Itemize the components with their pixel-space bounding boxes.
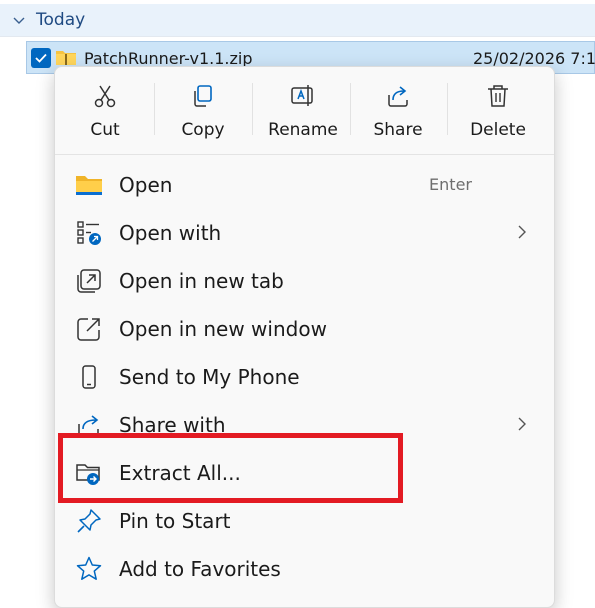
- cut-label: Cut: [90, 120, 120, 140]
- highlight-annotation: [58, 433, 403, 503]
- cut-button[interactable]: Cut: [69, 67, 141, 154]
- open-with-icon: [77, 221, 101, 245]
- copy-button[interactable]: Copy: [165, 67, 241, 154]
- context-menu: Cut Copy Rename Share Delete Open Enter …: [54, 66, 555, 608]
- menu-item-add-to-favorites[interactable]: Add to Favorites: [55, 545, 554, 593]
- chevron-right-icon: [518, 417, 526, 431]
- folder-icon: [76, 176, 102, 195]
- action-separator: [447, 83, 448, 135]
- chevron-down-icon: [13, 17, 25, 24]
- menu-item-pin-to-start[interactable]: Pin to Start: [55, 497, 554, 545]
- action-separator: [252, 83, 253, 135]
- context-menu-action-bar: Cut Copy Rename Share Delete: [55, 67, 554, 154]
- menu-item-label: Open: [119, 173, 173, 197]
- menu-item-label: Pin to Start: [119, 509, 231, 533]
- group-header-today[interactable]: Today: [0, 4, 595, 37]
- menu-item-open-in-new-window[interactable]: Open in new window: [55, 305, 554, 353]
- menu-item-send-to-my-phone[interactable]: Send to My Phone: [55, 353, 554, 401]
- pin-icon: [77, 509, 101, 533]
- file-checkbox[interactable]: [31, 48, 51, 68]
- copy-icon: [194, 85, 212, 107]
- zip-folder-icon: [56, 51, 76, 65]
- menu-item-label: Send to My Phone: [119, 365, 300, 389]
- action-separator: [350, 83, 351, 135]
- menu-item-open-with[interactable]: Open with: [55, 209, 554, 257]
- trash-icon: [488, 85, 508, 107]
- new-tab-icon: [77, 269, 101, 293]
- phone-icon: [82, 365, 96, 389]
- rename-icon: [291, 85, 313, 106]
- share-icon: [388, 86, 408, 107]
- copy-label: Copy: [181, 120, 225, 140]
- chevron-right-icon: [518, 225, 526, 239]
- menu-item-label: Open in new window: [119, 317, 327, 341]
- menu-item-open-in-new-tab[interactable]: Open in new tab: [55, 257, 554, 305]
- menu-item-label: Open with: [119, 221, 222, 245]
- delete-button[interactable]: Delete: [458, 67, 538, 154]
- rename-label: Rename: [268, 120, 338, 140]
- group-label: Today: [36, 10, 86, 30]
- share-button[interactable]: Share: [360, 67, 436, 154]
- scissors-icon: [94, 85, 116, 108]
- new-window-icon: [77, 318, 100, 341]
- star-icon: [76, 556, 102, 580]
- menu-item-label: Open in new tab: [119, 269, 284, 293]
- share-label: Share: [373, 120, 423, 140]
- menu-divider: [55, 154, 554, 155]
- checkmark-icon: [35, 53, 47, 63]
- delete-label: Delete: [470, 120, 526, 140]
- rename-button[interactable]: Rename: [260, 67, 346, 154]
- menu-item-label: Add to Favorites: [119, 557, 281, 581]
- menu-item-open[interactable]: Open Enter: [55, 161, 554, 209]
- menu-item-shortcut: Enter: [429, 175, 472, 194]
- action-separator: [154, 83, 155, 135]
